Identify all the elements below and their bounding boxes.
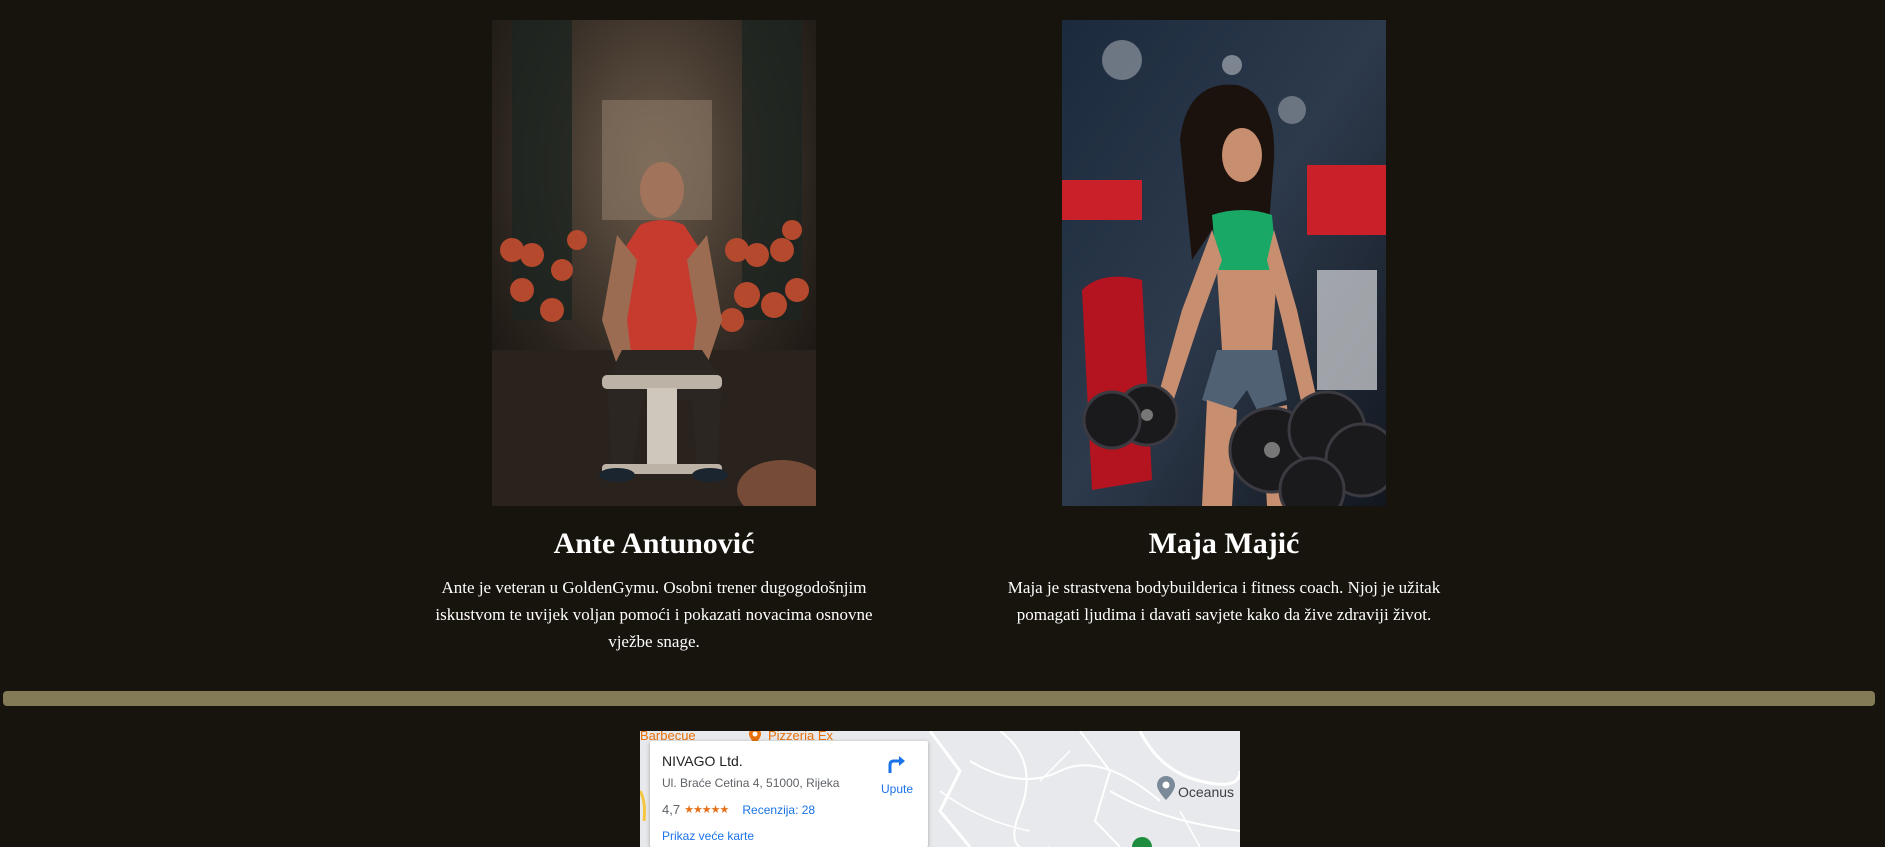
rating-stars-icon: ★★★★★ — [684, 804, 729, 816]
place-info-card: NIVAGO Ltd. Ul. Braće Cetina 4, 51000, R… — [650, 741, 928, 847]
rating-row: 4,7 ★★★★★ Recenzija: 28 — [662, 802, 815, 817]
directions-button[interactable]: Upute — [874, 753, 920, 796]
view-larger-map-link[interactable]: Prikaz veće karte — [662, 829, 754, 843]
section-divider — [3, 691, 1875, 706]
reviews-link[interactable]: Recenzija: 28 — [742, 803, 815, 817]
trainer-name: Maja Majić — [1148, 527, 1300, 560]
trainer-bio: Ante je veteran u GoldenGymu. Osobni tre… — [435, 578, 873, 651]
directions-label: Upute — [880, 782, 914, 796]
place-name: NIVAGO Ltd. — [662, 753, 743, 769]
embedded-map[interactable]: Barbecue Pizzeria Ex Oceanus NIVAGO Ltd.… — [640, 731, 1240, 847]
trainer-photo-ante — [492, 20, 816, 506]
poi-oceanus-label[interactable]: Oceanus — [1178, 784, 1234, 800]
trainer-photo-maja — [1062, 20, 1386, 506]
directions-icon — [886, 756, 908, 779]
trainer-bio: Maja je strastvena bodybuilderica i fitn… — [1007, 578, 1441, 624]
trainer-name: Ante Antunović — [553, 527, 755, 560]
oceanus-pin-icon[interactable] — [1156, 775, 1176, 801]
rating-value: 4,7 — [662, 802, 681, 817]
trainer-photo-maja-image — [1062, 20, 1386, 506]
page: Ante Antunović Ante je veteran u GoldenG… — [0, 0, 1885, 847]
place-address: Ul. Braće Cetina 4, 51000, Rijeka — [662, 776, 840, 790]
trainer-photo-ante-image — [492, 20, 816, 506]
